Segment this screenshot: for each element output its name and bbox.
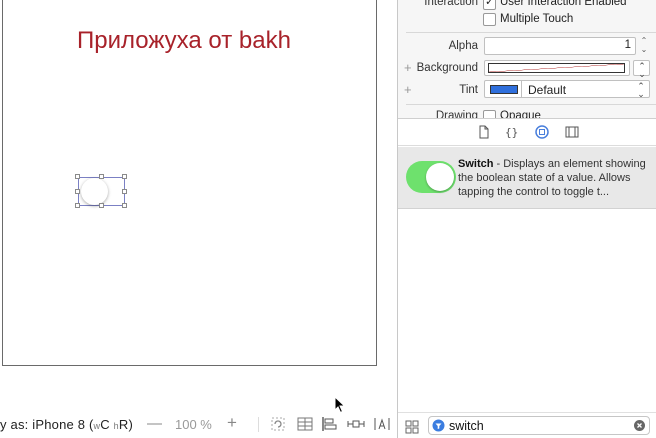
tint-color-swatch bbox=[490, 85, 518, 94]
tint-popup[interactable]: Default ⌃ ⌄ bbox=[521, 80, 650, 99]
multiple-touch-checkbox[interactable] bbox=[483, 13, 496, 26]
multiple-touch-label: Multiple Touch bbox=[500, 13, 574, 25]
divider bbox=[258, 417, 259, 432]
canvas-bottom-bar: y as: iPhone 8 (wC hR) — 100 % + bbox=[0, 412, 397, 438]
divider bbox=[406, 104, 656, 105]
divider bbox=[406, 32, 656, 33]
background-label: Background bbox=[416, 62, 478, 74]
add-constraints-icon[interactable] bbox=[347, 415, 365, 433]
view-as-text: y as: iPhone 8 ( bbox=[0, 417, 94, 432]
resize-handle[interactable] bbox=[99, 203, 104, 208]
library-item-switch[interactable]: Switch - Displays an element showing the… bbox=[398, 147, 656, 209]
utilities-area: Interaction ✓ User Interaction Enabled M… bbox=[397, 0, 656, 438]
switch-knob bbox=[81, 178, 108, 205]
resize-handle[interactable] bbox=[122, 203, 127, 208]
resize-handle[interactable] bbox=[75, 203, 80, 208]
clear-color-swatch bbox=[488, 63, 625, 73]
zoom-out-button[interactable]: — bbox=[147, 415, 162, 432]
resolve-issues-icon[interactable] bbox=[373, 415, 391, 433]
attributes-inspector: Interaction ✓ User Interaction Enabled M… bbox=[398, 0, 656, 118]
alpha-field[interactable]: 1 bbox=[484, 37, 636, 55]
resize-handle[interactable] bbox=[99, 174, 104, 179]
resize-handle[interactable] bbox=[75, 174, 80, 179]
switch-preview bbox=[406, 161, 456, 193]
device-config-button[interactable]: y as: iPhone 8 (wC hR) bbox=[0, 417, 133, 432]
alpha-stepper[interactable]: ⌃ ⌄ bbox=[638, 36, 650, 56]
tint-popup-value: Default bbox=[528, 83, 567, 97]
library-item-description: Switch - Displays an element showing the… bbox=[458, 157, 648, 199]
align-icon[interactable] bbox=[320, 415, 338, 433]
tint-color-well[interactable] bbox=[484, 80, 522, 98]
library-filter-bar: switch bbox=[398, 412, 656, 438]
app-title-label[interactable]: Приложуха от bakh bbox=[77, 27, 377, 55]
library-filter-value: switch bbox=[449, 419, 484, 433]
resize-handle[interactable] bbox=[122, 189, 127, 194]
tint-label: Tint bbox=[459, 84, 478, 96]
interaction-label: Interaction bbox=[424, 0, 478, 8]
library-tab-bar: {} bbox=[398, 118, 656, 146]
chevron-updown-icon: ⌃ ⌄ bbox=[638, 61, 646, 79]
grid-view-icon[interactable] bbox=[405, 420, 419, 434]
update-frames-icon[interactable] bbox=[269, 415, 287, 433]
file-template-library-icon[interactable] bbox=[477, 125, 491, 139]
media-library-icon[interactable] bbox=[565, 125, 579, 139]
library-filter-input[interactable]: switch bbox=[428, 416, 650, 435]
selected-switch[interactable] bbox=[78, 177, 125, 206]
resize-handle[interactable] bbox=[122, 174, 127, 179]
code-snippet-library-icon[interactable]: {} bbox=[505, 125, 519, 139]
clear-search-icon[interactable] bbox=[634, 420, 645, 431]
library-item-title: Switch bbox=[458, 158, 494, 170]
background-color-well[interactable] bbox=[484, 60, 630, 76]
alpha-label: Alpha bbox=[448, 40, 478, 52]
size-class-c: C bbox=[100, 417, 110, 432]
storyboard-canvas[interactable]: Приложуха от bakh y as: iPhone 8 (wC hR)… bbox=[0, 0, 397, 438]
view-controller-scene[interactable]: Приложуха от bakh bbox=[2, 0, 377, 366]
zoom-in-button[interactable]: + bbox=[227, 413, 237, 433]
user-interaction-checkbox[interactable]: ✓ bbox=[483, 0, 496, 10]
opaque-checkbox[interactable] bbox=[483, 110, 496, 118]
drawing-label: Drawing bbox=[435, 110, 478, 118]
opaque-label: Opaque bbox=[500, 110, 541, 118]
size-class-r: R) bbox=[118, 417, 133, 432]
alpha-value: 1 bbox=[624, 39, 631, 51]
object-library-icon[interactable] bbox=[535, 125, 549, 139]
filter-icon bbox=[432, 419, 445, 432]
background-popup-button[interactable]: ⌃ ⌄ bbox=[633, 60, 650, 79]
user-interaction-label: User Interaction Enabled bbox=[500, 0, 627, 8]
resize-handle[interactable] bbox=[75, 189, 80, 194]
checkmark-icon: ✓ bbox=[485, 0, 495, 8]
switch-preview-knob bbox=[426, 163, 454, 191]
chevron-updown-icon: ⌃ ⌄ bbox=[637, 81, 645, 99]
embed-in-stack-icon[interactable] bbox=[296, 415, 314, 433]
svg-text:{}: {} bbox=[505, 126, 518, 139]
zoom-level: 100 % bbox=[175, 417, 212, 432]
